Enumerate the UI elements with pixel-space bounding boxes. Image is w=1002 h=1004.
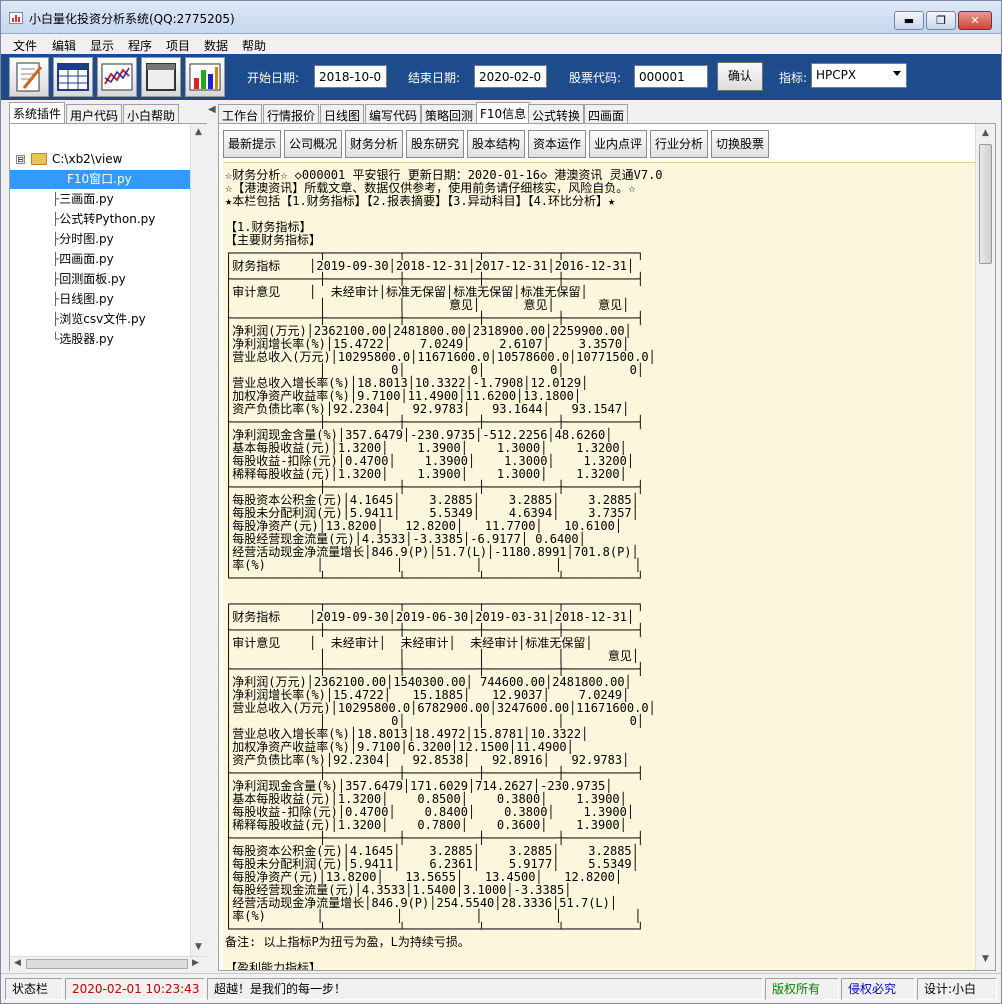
company-overview-button[interactable]: 公司概况 bbox=[284, 130, 342, 158]
status-message: 超越！是我们的每一步！ bbox=[207, 978, 763, 1000]
scroll-right-icon[interactable]: ▶ bbox=[192, 958, 199, 968]
tree-root[interactable]: ⊟ C:\xb2\view bbox=[16, 152, 123, 166]
menu-program[interactable]: 程序 bbox=[128, 37, 152, 54]
close-button[interactable]: ✕ bbox=[958, 11, 992, 30]
edit-icon[interactable] bbox=[9, 57, 49, 97]
window-title: 小白量化投资分析系统(QQ:2775205) bbox=[29, 12, 235, 26]
scroll-down-icon[interactable]: ▼ bbox=[982, 954, 989, 964]
scroll-down-icon[interactable]: ▼ bbox=[195, 942, 202, 952]
indicator-select[interactable]: HPCPX bbox=[811, 63, 907, 88]
tab-quotes[interactable]: 行情报价 bbox=[263, 104, 320, 125]
indicator-value: HPCPX bbox=[816, 68, 857, 82]
scroll-up-icon[interactable]: ▲ bbox=[195, 127, 202, 137]
start-date-input[interactable] bbox=[314, 65, 387, 88]
tree-item[interactable]: ├日线图.py bbox=[52, 290, 114, 309]
start-date-label: 开始日期: bbox=[247, 71, 300, 85]
scroll-thumb[interactable] bbox=[26, 959, 188, 969]
status-designer: 设计:小白 bbox=[917, 978, 997, 1000]
tree-item[interactable]: ├三画面.py bbox=[52, 190, 114, 209]
menu-bar: 文件 编辑 显示 程序 项目 数据 帮助 bbox=[1, 34, 1001, 54]
folder-icon bbox=[31, 153, 47, 165]
tree-root-label: C:\xb2\view bbox=[52, 152, 123, 166]
tree-item[interactable]: └选股器.py bbox=[52, 330, 114, 349]
tree-item[interactable]: ├公式转Python.py bbox=[52, 210, 155, 229]
capital-operation-button[interactable]: 资本运作 bbox=[528, 130, 586, 158]
left-tab-strip: 系统插件 用户代码 小白帮助 bbox=[9, 102, 205, 124]
left-vertical-scrollbar[interactable]: ▲ ▼ bbox=[190, 124, 207, 956]
chevron-down-icon bbox=[893, 71, 901, 76]
end-date-label: 结束日期: bbox=[408, 71, 461, 85]
status-datetime: 2020-02-01 10:23:43 bbox=[65, 978, 205, 1000]
scroll-up-icon[interactable]: ▲ bbox=[982, 128, 989, 138]
share-structure-button[interactable]: 股本结构 bbox=[467, 130, 525, 158]
switch-stock-button[interactable]: 切换股票 bbox=[711, 130, 769, 158]
scroll-thumb[interactable] bbox=[979, 144, 992, 264]
collapse-left-icon[interactable]: ◀ bbox=[208, 104, 216, 115]
tab-user-code[interactable]: 用户代码 bbox=[66, 104, 123, 124]
menu-view[interactable]: 显示 bbox=[90, 37, 114, 54]
scroll-left-icon[interactable]: ◀ bbox=[14, 958, 21, 968]
status-rights: 侵权必究 bbox=[841, 978, 915, 1000]
tab-system-plugins[interactable]: 系统插件 bbox=[9, 102, 66, 124]
end-date-input[interactable] bbox=[474, 65, 547, 88]
f10-panel: 最新提示 公司概况 财务分析 股东研究 股本结构 资本运作 业内点评 行业分析 … bbox=[218, 123, 996, 971]
tree-item[interactable]: F10窗口.py bbox=[10, 170, 190, 189]
status-bar: 状态栏 2020-02-01 10:23:43 超越！是我们的每一步！ 版权所有… bbox=[1, 973, 1001, 1003]
financial-analysis-button[interactable]: 财务分析 bbox=[345, 130, 403, 158]
latest-tips-button[interactable]: 最新提示 bbox=[223, 130, 281, 158]
tree-item[interactable]: ├回测面板.py bbox=[52, 270, 126, 289]
table-icon[interactable] bbox=[53, 57, 93, 97]
menu-file[interactable]: 文件 bbox=[13, 37, 37, 54]
right-vertical-scrollbar[interactable]: ▲ ▼ bbox=[975, 124, 995, 970]
menu-data[interactable]: 数据 bbox=[204, 37, 228, 54]
menu-project[interactable]: 项目 bbox=[166, 37, 190, 54]
tab-four-screens[interactable]: 四画面 bbox=[584, 104, 629, 125]
line-chart-icon[interactable] bbox=[97, 57, 137, 97]
right-tab-strip: 工作台 行情报价 日线图 编写代码 策略回测 F10信息 公式转换 四画面 bbox=[218, 102, 998, 125]
left-horizontal-scrollbar[interactable]: ◀ ▶ bbox=[10, 956, 207, 971]
bar-chart-icon[interactable] bbox=[185, 57, 225, 97]
tree-item[interactable]: ├浏览csv文件.py bbox=[52, 310, 146, 329]
tree-item[interactable]: ├分时图.py bbox=[52, 230, 114, 249]
tab-code-editor[interactable]: 编写代码 bbox=[365, 104, 422, 125]
restore-button[interactable]: ❐ bbox=[926, 11, 956, 30]
collapse-icon[interactable]: ⊟ bbox=[16, 154, 25, 164]
confirm-button[interactable]: 确认 bbox=[717, 62, 763, 91]
menu-edit[interactable]: 编辑 bbox=[52, 37, 76, 54]
stock-code-input[interactable] bbox=[634, 65, 708, 88]
file-tree-panel: ⊟ C:\xb2\view F10窗口.py ├三画面.py ├公式转Pytho… bbox=[9, 123, 207, 971]
app-chart-icon bbox=[9, 12, 23, 24]
f10-content-area[interactable]: ☆财务分析☆ ◇000001 平安银行 更新日期：2020-01-16◇ 港澳资… bbox=[223, 162, 975, 970]
title-bar[interactable]: 小白量化投资分析系统(QQ:2775205) ▬ ❐ ✕ bbox=[1, 1, 1001, 34]
tab-backtest[interactable]: 策略回测 bbox=[421, 104, 478, 125]
tab-daily-chart[interactable]: 日线图 bbox=[320, 104, 365, 125]
status-copyright: 版权所有 bbox=[765, 978, 839, 1000]
tab-help[interactable]: 小白帮助 bbox=[123, 104, 180, 124]
tab-workbench[interactable]: 工作台 bbox=[218, 104, 263, 125]
tree-item[interactable]: ├四画面.py bbox=[52, 250, 114, 269]
tab-f10-info[interactable]: F10信息 bbox=[476, 102, 531, 125]
file-tree: ⊟ C:\xb2\view F10窗口.py ├三画面.py ├公式转Pytho… bbox=[10, 124, 190, 956]
industry-comment-button[interactable]: 业内点评 bbox=[589, 130, 647, 158]
stock-code-label: 股票代码: bbox=[569, 71, 622, 85]
window-icon[interactable] bbox=[141, 57, 181, 97]
industry-analysis-button[interactable]: 行业分析 bbox=[650, 130, 708, 158]
status-label: 状态栏 bbox=[5, 978, 63, 1000]
main-window: 小白量化投资分析系统(QQ:2775205) ▬ ❐ ✕ 文件 编辑 显示 程序… bbox=[0, 0, 1002, 1004]
tab-formula-convert[interactable]: 公式转换 bbox=[528, 104, 585, 125]
minimize-button[interactable]: ▬ bbox=[894, 11, 924, 30]
menu-help[interactable]: 帮助 bbox=[242, 37, 266, 54]
f10-text: ☆财务分析☆ ◇000001 平安银行 更新日期：2020-01-16◇ 港澳资… bbox=[225, 168, 663, 971]
indicator-label: 指标: bbox=[779, 71, 808, 85]
shareholder-research-button[interactable]: 股东研究 bbox=[406, 130, 464, 158]
